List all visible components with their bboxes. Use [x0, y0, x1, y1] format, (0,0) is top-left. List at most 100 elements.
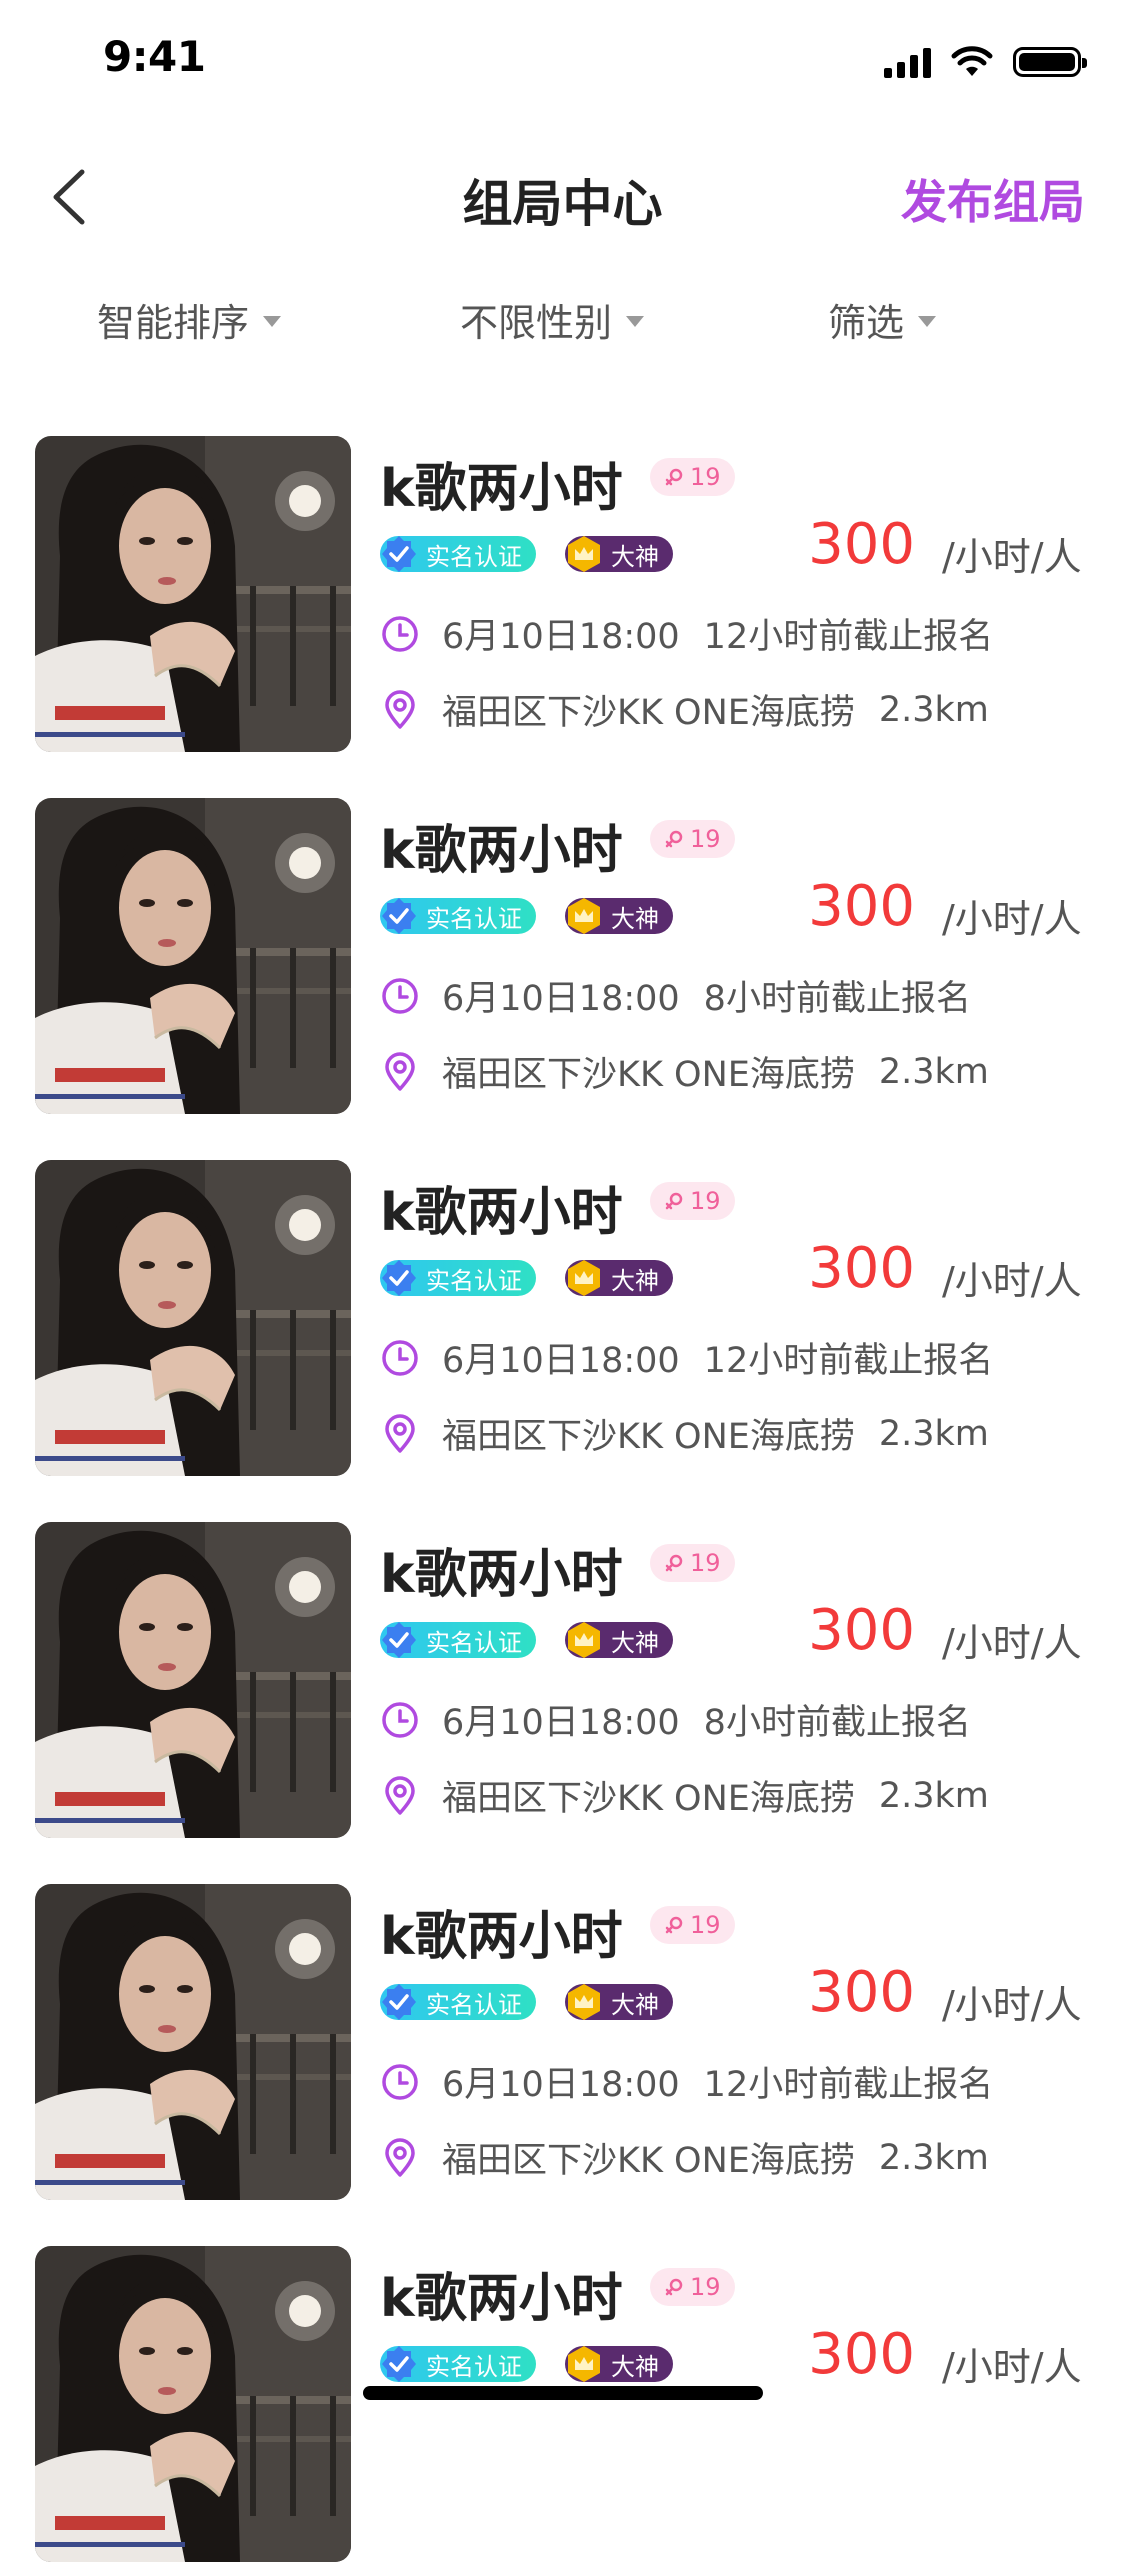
- location-row: 福田区下沙KK ONE海底捞 2.3km: [380, 1046, 989, 1097]
- price-unit: /小时/人: [942, 1983, 1082, 2027]
- verified-tag: 实名认证: [380, 1622, 536, 1658]
- verified-badge-icon: [382, 1984, 416, 2020]
- location-row: 福田区下沙KK ONE海底捞 2.3km: [380, 2132, 989, 2183]
- level-tag-label: 大神: [611, 1266, 659, 1295]
- item-title: k歌两小时: [380, 1545, 623, 1605]
- caret-down-icon: [918, 316, 937, 327]
- level-tag: 大神: [565, 1622, 673, 1658]
- signup-deadline: 12小时前截止报名: [703, 2065, 994, 2105]
- item-title: k歌两小时: [380, 2269, 623, 2329]
- distance: 2.3km: [878, 1775, 989, 1816]
- price-unit: /小时/人: [942, 1621, 1082, 1665]
- list-item[interactable]: k歌两小时 19 实名认证 大神 300 /小时/人: [0, 1160, 1125, 1490]
- price-unit: /小时/人: [942, 1259, 1082, 1303]
- location-row: 福田区下沙KK ONE海底捞 2.3km: [380, 1408, 989, 1459]
- crown-badge-icon: [568, 536, 600, 572]
- battery-icon: [1013, 47, 1087, 77]
- verified-tag: 实名认证: [380, 1260, 536, 1296]
- verified-badge-icon: [382, 898, 416, 934]
- verified-tag: 实名认证: [380, 2346, 536, 2382]
- location-row: 福田区下沙KK ONE海底捞 2.3km: [380, 1770, 989, 1821]
- verified-tag-label: 实名认证: [426, 1990, 522, 2019]
- verified-tag: 实名认证: [380, 536, 536, 572]
- female-icon: [665, 1192, 683, 1210]
- location-pin-icon: [385, 1775, 415, 1815]
- item-title: k歌两小时: [380, 1183, 623, 1243]
- age-label: 19: [690, 1187, 721, 1215]
- clock-icon: [382, 1701, 418, 1738]
- time-row: 6月10日18:00 8小时前截止报名: [380, 1694, 971, 1745]
- crown-badge-icon: [568, 1622, 600, 1658]
- verified-badge-icon: [382, 536, 416, 572]
- list-item[interactable]: k歌两小时 19 实名认证 大神 300 /小时/人: [0, 798, 1125, 1128]
- clock-icon: [382, 1339, 418, 1376]
- list-item[interactable]: k歌两小时 19 实名认证 大神 300 /小时/人: [0, 1884, 1125, 2214]
- price-unit: /小时/人: [942, 897, 1082, 941]
- user-photo: [35, 1884, 351, 2200]
- level-tag-label: 大神: [611, 1628, 659, 1657]
- price-unit: /小时/人: [942, 2345, 1082, 2389]
- clock-icon: [382, 2063, 418, 2100]
- home-indicator: [363, 2386, 763, 2400]
- female-icon: [665, 1916, 683, 1934]
- verified-tag-label: 实名认证: [426, 542, 522, 571]
- distance: 2.3km: [878, 1051, 989, 1092]
- crown-badge-icon: [568, 898, 600, 934]
- list-item[interactable]: k歌两小时 19 实名认证 大神 300 /小时/人: [0, 436, 1125, 766]
- level-tag-label: 大神: [611, 542, 659, 571]
- verified-tag: 实名认证: [380, 1984, 536, 2020]
- screen-filter-label: 筛选: [828, 301, 905, 345]
- level-tag-label: 大神: [611, 2352, 659, 2381]
- price-unit: /小时/人: [942, 535, 1082, 579]
- location-name: 福田区下沙KK ONE海底捞: [442, 1055, 855, 1095]
- time-row: 6月10日18:00 8小时前截止报名: [380, 970, 971, 1021]
- price: 300: [808, 2322, 915, 2387]
- event-datetime: 6月10日18:00: [442, 2065, 680, 2105]
- user-photo: [35, 1160, 351, 1476]
- age-label: 19: [690, 2273, 721, 2301]
- wifi-icon: [951, 46, 993, 76]
- user-photo: [35, 2246, 351, 2562]
- sort-filter-label: 智能排序: [97, 301, 250, 345]
- user-photo: [35, 436, 351, 752]
- gender-age-badge: 19: [650, 1544, 735, 1582]
- verified-tag-label: 实名认证: [426, 2352, 522, 2381]
- list-item[interactable]: k歌两小时 19 实名认证 大神 300 /小时/人: [0, 2246, 1125, 2576]
- price: 300: [808, 1960, 915, 2025]
- price: 300: [808, 874, 915, 939]
- item-title: k歌两小时: [380, 1907, 623, 1967]
- time-row: 6月10日18:00 12小时前截止报名: [380, 1332, 993, 1383]
- level-tag: 大神: [565, 1260, 673, 1296]
- user-photo: [35, 1522, 351, 1838]
- female-icon: [665, 2278, 683, 2296]
- event-datetime: 6月10日18:00: [442, 979, 680, 1019]
- screen-filter[interactable]: 筛选: [828, 292, 937, 347]
- gender-filter-label: 不限性别: [460, 301, 613, 345]
- location-name: 福田区下沙KK ONE海底捞: [442, 2141, 855, 2181]
- verified-tag-label: 实名认证: [426, 904, 522, 933]
- caret-down-icon: [263, 316, 282, 327]
- gender-age-badge: 19: [650, 2268, 735, 2306]
- publish-group-button[interactable]: 发布组局: [901, 166, 1085, 232]
- cellular-signal-icon: [884, 46, 931, 78]
- distance: 2.3km: [878, 2137, 989, 2178]
- level-tag: 大神: [565, 1984, 673, 2020]
- list-item[interactable]: k歌两小时 19 实名认证 大神 300 /小时/人: [0, 1522, 1125, 1852]
- verified-badge-icon: [382, 1622, 416, 1658]
- item-title: k歌两小时: [380, 821, 623, 881]
- filter-bar: 智能排序 不限性别 筛选: [0, 292, 1125, 362]
- verified-badge-icon: [382, 1260, 416, 1296]
- verified-tag-label: 实名认证: [426, 1628, 522, 1657]
- nav-bar: 组局中心 发布组局: [0, 132, 1125, 262]
- signup-deadline: 8小时前截止报名: [703, 979, 971, 1019]
- user-photo: [35, 798, 351, 1114]
- verified-badge-icon: [382, 2346, 416, 2382]
- price: 300: [808, 1598, 915, 1663]
- sort-filter[interactable]: 智能排序: [97, 292, 282, 347]
- event-datetime: 6月10日18:00: [442, 617, 680, 657]
- location-pin-icon: [385, 689, 415, 729]
- gender-filter[interactable]: 不限性别: [460, 292, 645, 347]
- event-datetime: 6月10日18:00: [442, 1341, 680, 1381]
- level-tag: 大神: [565, 536, 673, 572]
- gender-age-badge: 19: [650, 820, 735, 858]
